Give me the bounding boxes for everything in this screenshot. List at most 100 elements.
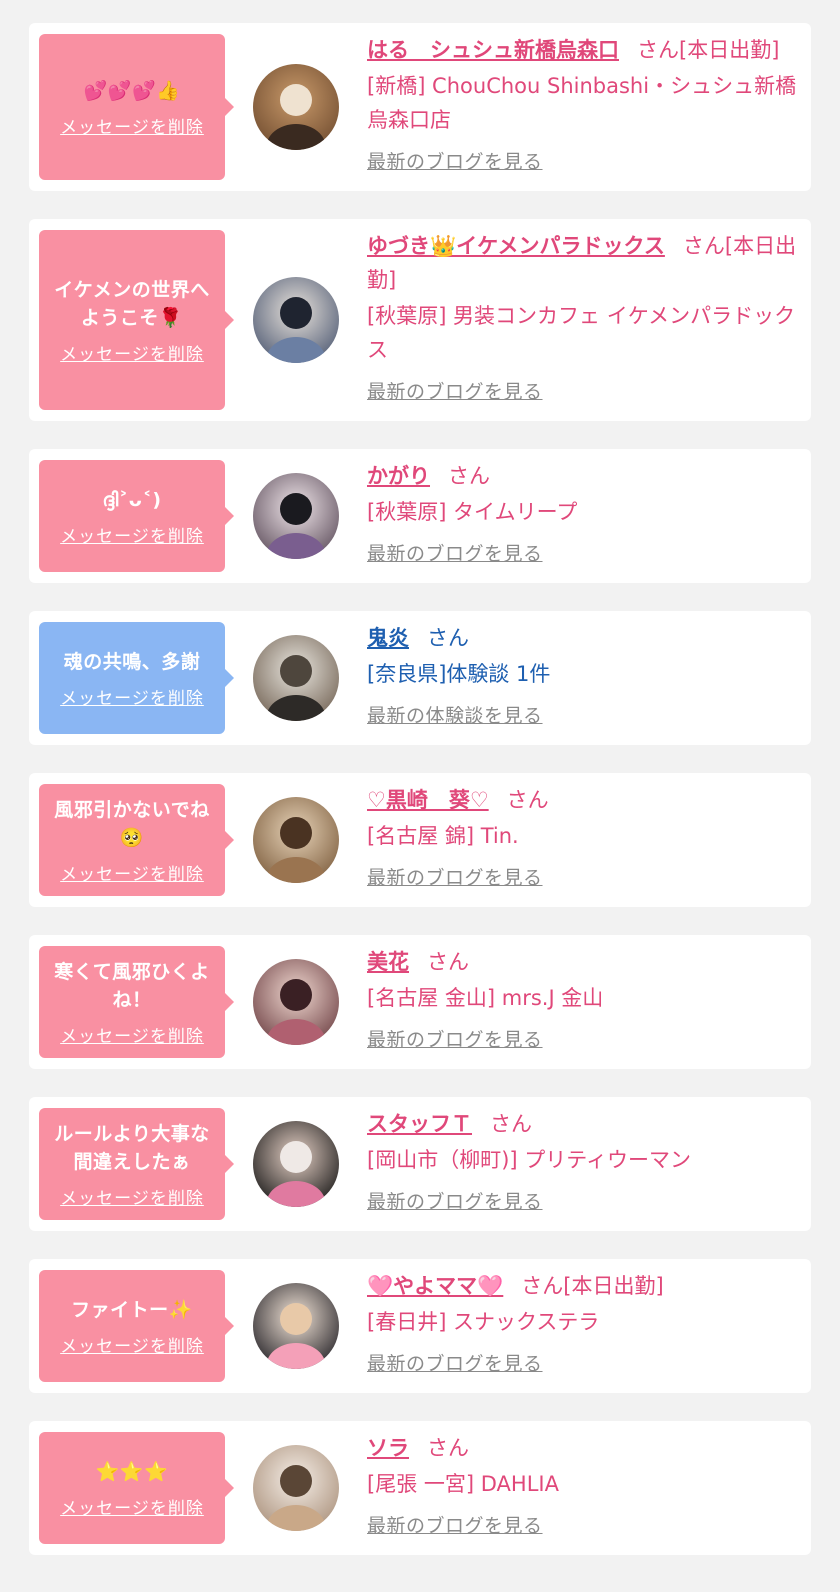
name-line: ソラ さん — [367, 1431, 801, 1465]
message-text: ファイトー✨ — [71, 1298, 193, 1321]
latest-blog-link[interactable]: 最新のブログを見る — [367, 377, 543, 404]
profile-name-link[interactable]: ソラ — [367, 1436, 409, 1460]
shop-info: [新橋] ChouChou Shinbashi・シュシュ新橋烏森口店 — [367, 74, 797, 132]
avatar-photo-icon[interactable] — [253, 473, 339, 559]
message-text: 風邪引かないでね🥺 — [54, 798, 210, 849]
message-card-5: 風邪引かないでね🥺 メッセージを削除 ♡黒崎 葵♡ さん [名古屋 錦] Tin… — [29, 773, 811, 907]
name-line: スタッフＴ さん — [367, 1107, 801, 1141]
latest-blog-link[interactable]: 最新のブログを見る — [367, 1349, 543, 1376]
honorific-status: さん[本日出勤] — [637, 38, 780, 62]
profile-name-link[interactable]: ゆづき👑イケメンパラドックス — [367, 234, 665, 258]
avatar-photo-icon[interactable] — [253, 635, 339, 721]
profile-name-link[interactable]: 🩷やよママ🩷 — [367, 1274, 503, 1298]
avatar-image — [253, 473, 339, 559]
avatar-photo-icon[interactable] — [253, 797, 339, 883]
message-bubble: ファイトー✨ メッセージを削除 — [39, 1270, 234, 1382]
avatar-image — [253, 635, 339, 721]
delete-message-link[interactable]: メッセージを削除 — [60, 860, 204, 885]
avatar-image — [253, 1445, 339, 1531]
avatar-image — [253, 1283, 339, 1369]
name-line: ゆづき👑イケメンパラドックス さん[本日出勤] — [367, 229, 801, 297]
message-card-1: 💕💕💕👍 メッセージを削除 はる シュシュ新橋烏森口 さん[本日出勤] [新橋]… — [29, 23, 811, 191]
message-bubble: ⭐⭐⭐ メッセージを削除 — [39, 1432, 234, 1544]
latest-blog-link[interactable]: 最新のブログを見る — [367, 1025, 543, 1052]
profile-info: ソラ さん [尾張 一宮] DAHLIA 最新のブログを見る — [367, 1431, 801, 1538]
latest-blog-link[interactable]: 最新のブログを見る — [367, 863, 543, 890]
honorific-status: さん — [448, 464, 490, 488]
honorific-status: さん — [490, 1112, 532, 1136]
honorific-status: さん — [427, 1436, 469, 1460]
profile-info: はる シュシュ新橋烏森口 さん[本日出勤] [新橋] ChouChou Shinb… — [367, 33, 801, 174]
shop-info: [尾張 一宮] DAHLIA — [367, 1472, 559, 1496]
message-list: 💕💕💕👍 メッセージを削除 はる シュシュ新橋烏森口 さん[本日出勤] [新橋]… — [0, 0, 840, 1555]
message-text: 寒くて風邪ひくよね！ — [54, 960, 210, 1011]
shop-info: [春日井] スナックステラ — [367, 1310, 600, 1334]
message-text: 魂の共鳴、多謝 — [63, 650, 201, 673]
avatar-image — [253, 64, 339, 150]
profile-info: スタッフＴ さん [岡山市（柳町)] プリティウーマン 最新のブログを見る — [367, 1107, 801, 1214]
avatar-photo-icon[interactable] — [253, 1121, 339, 1207]
profile-info: 美花 さん [名古屋 金山] mrs.J 金山 最新のブログを見る — [367, 945, 801, 1052]
avatar-photo-icon[interactable] — [253, 1283, 339, 1369]
latest-blog-link[interactable]: 最新のブログを見る — [367, 539, 543, 566]
profile-info: かがり さん [秋葉原] タイムリープ 最新のブログを見る — [367, 459, 801, 566]
delete-message-link[interactable]: メッセージを削除 — [60, 113, 204, 138]
message-bubble: 魂の共鳴、多謝 メッセージを削除 — [39, 622, 234, 734]
name-line: ♡黒崎 葵♡ さん — [367, 783, 801, 817]
message-card-2: イケメンの世界へようこそ🌹 メッセージを削除 ゆづき👑イケメンパラドックス さん[… — [29, 219, 811, 421]
message-card-4: 魂の共鳴、多謝 メッセージを削除 鬼炎 さん [奈良県]体験談 1件 最新の体験… — [29, 611, 811, 745]
avatar-photo-icon[interactable] — [253, 277, 339, 363]
name-line: はる シュシュ新橋烏森口 さん[本日出勤] — [367, 33, 801, 67]
honorific-status: さん[本日出勤] — [521, 1274, 664, 1298]
avatar-photo-icon[interactable] — [253, 959, 339, 1045]
message-card-9: ⭐⭐⭐ メッセージを削除 ソラ さん [尾張 一宮] DAHLIA 最新のブログ… — [29, 1421, 811, 1555]
profile-name-link[interactable]: ♡黒崎 葵♡ — [367, 788, 489, 812]
message-card-7: ルールより大事な間違えしたぁ メッセージを削除 スタッフＴさん [岡山市（柳町 — [29, 1097, 811, 1231]
delete-message-link[interactable]: メッセージを削除 — [60, 1332, 204, 1357]
profile-info: ♡黒崎 葵♡ さん [名古屋 錦] Tin. 最新のブログを見る — [367, 783, 801, 890]
latest-blog-link[interactable]: 最新のブログを見る — [367, 1511, 543, 1538]
profile-name-link[interactable]: かがり — [367, 464, 430, 488]
message-bubble: イケメンの世界へようこそ🌹 メッセージを削除 — [39, 230, 234, 410]
delete-message-link[interactable]: メッセージを削除 — [60, 684, 204, 709]
message-text: ルールより大事な間違えしたぁ — [54, 1122, 210, 1173]
message-text: イケメンの世界へようこそ🌹 — [54, 278, 210, 329]
avatar-image — [253, 1121, 339, 1207]
delete-message-link[interactable]: メッセージを削除 — [60, 1184, 204, 1209]
shop-info: [秋葉原] タイムリープ — [367, 500, 578, 524]
delete-message-link[interactable]: メッセージを削除 — [60, 1022, 204, 1047]
delete-message-link[interactable]: メッセージを削除 — [60, 1494, 204, 1519]
message-text: ⭐⭐⭐ — [95, 1460, 169, 1483]
profile-name-link[interactable]: 鬼炎 — [367, 626, 409, 650]
delete-message-link[interactable]: メッセージを削除 — [60, 522, 204, 547]
latest-blog-link[interactable]: 最新のブログを見る — [367, 1187, 543, 1214]
message-card-6: 寒くて風邪ひくよね！ メッセージを削除 美花さん [名古屋 金山] mrs.J — [29, 935, 811, 1069]
latest-blog-link[interactable]: 最新の体験談を見る — [367, 701, 543, 728]
message-text: ദ്ദി˃ᴗ˂) — [102, 488, 162, 511]
shop-info: [名古屋 金山] mrs.J 金山 — [367, 986, 604, 1010]
profile-info: ゆづき👑イケメンパラドックス さん[本日出勤] [秋葉原] 男装コンカフェ イケメ… — [367, 229, 801, 404]
profile-info: 🩷やよママ🩷 さん[本日出勤] [春日井] スナックステラ 最新のブログを見る — [367, 1269, 801, 1376]
name-line: 美花 さん — [367, 945, 801, 979]
shop-info: [秋葉原] 男装コンカフェ イケメンパラドックス — [367, 304, 796, 362]
avatar-image — [253, 959, 339, 1045]
name-line: 鬼炎 さん — [367, 621, 801, 655]
message-bubble: 💕💕💕👍 メッセージを削除 — [39, 34, 234, 180]
message-bubble: 風邪引かないでね🥺 メッセージを削除 — [39, 784, 234, 896]
message-text: 💕💕💕👍 — [83, 79, 181, 102]
profile-name-link[interactable]: 美花 — [367, 950, 409, 974]
honorific-status: さん — [427, 950, 469, 974]
profile-name-link[interactable]: スタッフＴ — [367, 1112, 472, 1136]
profile-name-link[interactable]: はる シュシュ新橋烏森口 — [367, 38, 619, 62]
message-bubble: ദ്ദി˃ᴗ˂) メッセージを削除 — [39, 460, 234, 572]
delete-message-link[interactable]: メッセージを削除 — [60, 340, 204, 365]
latest-blog-link[interactable]: 最新のブログを見る — [367, 147, 543, 174]
avatar-photo-icon[interactable] — [253, 64, 339, 150]
shop-info: [名古屋 錦] Tin. — [367, 824, 519, 848]
message-card-3: ദ്ദി˃ᴗ˂) メッセージを削除 かがり さん [秋葉原] タイムリープ 最新… — [29, 449, 811, 583]
avatar-image — [253, 797, 339, 883]
profile-info: 鬼炎 さん [奈良県]体験談 1件 最新の体験談を見る — [367, 621, 801, 728]
avatar-photo-icon[interactable] — [253, 1445, 339, 1531]
message-card-8: ファイトー✨ メッセージを削除 🩷やよママ🩷 さん[本日出勤] [春日井] スナ… — [29, 1259, 811, 1393]
honorific-status: さん — [506, 788, 549, 812]
